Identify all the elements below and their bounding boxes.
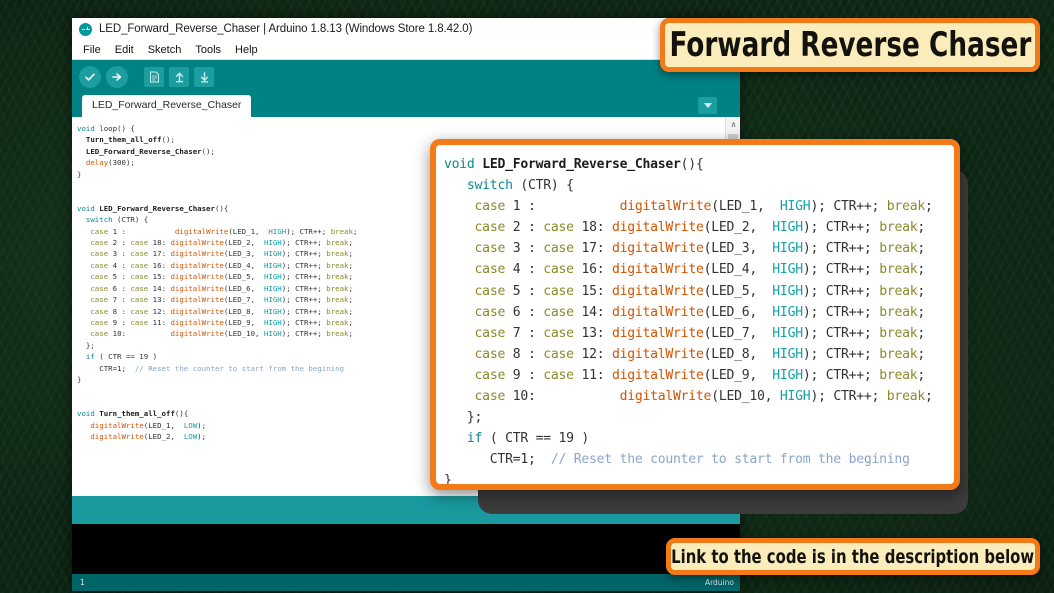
verify-button[interactable] bbox=[79, 65, 101, 88]
arrow-right-icon bbox=[112, 72, 122, 81]
console-output bbox=[72, 524, 740, 574]
ide-toolbar bbox=[72, 60, 740, 93]
menu-item-help[interactable]: Help bbox=[229, 42, 264, 58]
menu-item-file[interactable]: File bbox=[77, 42, 107, 58]
menu-item-sketch[interactable]: Sketch bbox=[142, 42, 188, 58]
title-banner: Forward Reverse Chaser bbox=[660, 18, 1040, 72]
title-banner-text: Forward Reverse Chaser bbox=[669, 25, 1031, 65]
menu-item-edit[interactable]: Edit bbox=[109, 42, 140, 58]
status-board-info: Arduino bbox=[704, 578, 734, 587]
tab-led-forward-reverse-chaser[interactable]: LED_Forward_Reverse_Chaser bbox=[82, 95, 252, 117]
status-bar: 1 Arduino bbox=[72, 574, 740, 591]
new-button[interactable] bbox=[144, 66, 164, 87]
new-file-icon bbox=[149, 71, 159, 82]
window-title: LED_Forward_Reverse_Chaser | Arduino 1.8… bbox=[99, 23, 473, 35]
open-button[interactable] bbox=[169, 66, 189, 87]
scroll-up-icon[interactable]: ∧ bbox=[726, 117, 740, 132]
arduino-logo-icon bbox=[79, 22, 92, 36]
menu-bar: File Edit Sketch Tools Help bbox=[72, 40, 740, 60]
zoomed-source-code: void LED_Forward_Reverse_Chaser(){ switc… bbox=[444, 157, 933, 489]
footer-banner: Link to the code is in the description b… bbox=[666, 538, 1040, 575]
window-title-bar: LED_Forward_Reverse_Chaser | Arduino 1.8… bbox=[72, 18, 740, 40]
footer-banner-text: Link to the code is in the description b… bbox=[671, 545, 1035, 568]
screenshot-canvas: LED_Forward_Reverse_Chaser | Arduino 1.8… bbox=[0, 0, 1054, 593]
save-button[interactable] bbox=[194, 66, 214, 87]
chevron-down-icon[interactable] bbox=[698, 97, 717, 114]
arrow-down-icon bbox=[200, 71, 208, 82]
arrow-up-icon bbox=[175, 72, 183, 82]
status-line-number: 1 bbox=[80, 578, 85, 587]
check-icon bbox=[85, 72, 95, 81]
menu-item-tools[interactable]: Tools bbox=[189, 42, 227, 58]
upload-button[interactable] bbox=[106, 65, 128, 88]
zoomed-code-panel: void LED_Forward_Reverse_Chaser(){ switc… bbox=[430, 139, 960, 490]
sketch-tab-strip: LED_Forward_Reverse_Chaser bbox=[72, 93, 740, 117]
